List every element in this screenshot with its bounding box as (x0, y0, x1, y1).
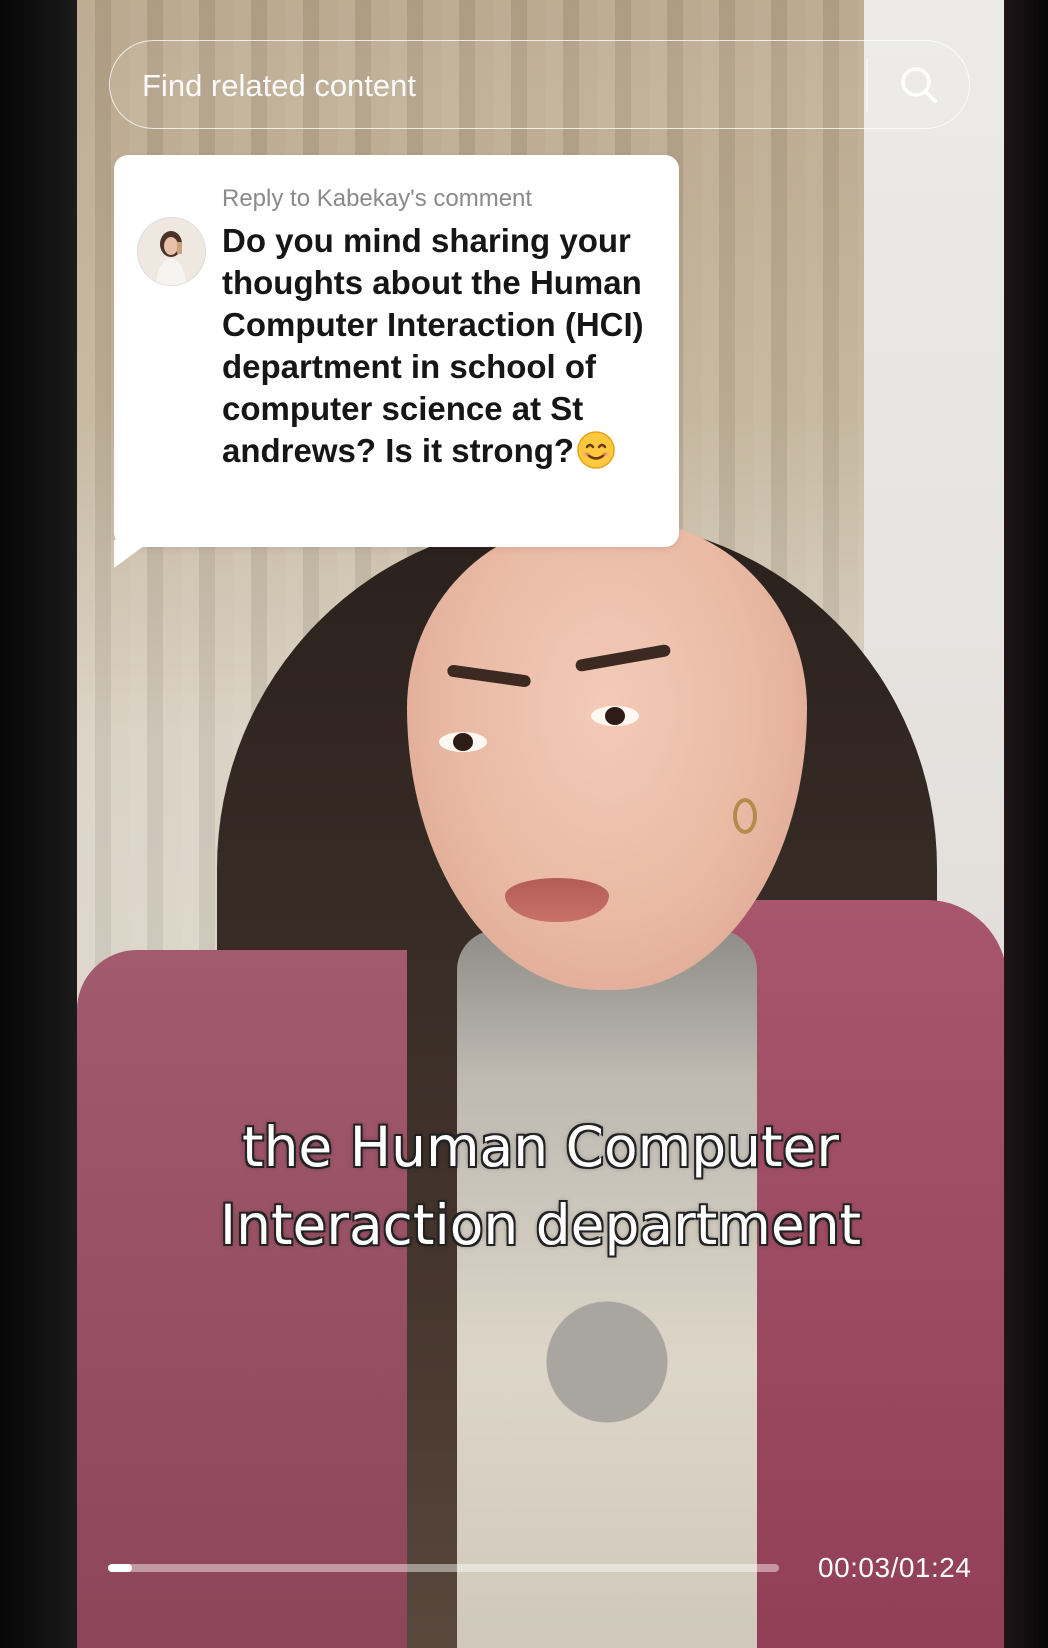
person-earring (733, 798, 757, 834)
search-divider (866, 58, 868, 112)
smiling-face-emoji-icon (577, 431, 615, 469)
right-letterbox (1004, 0, 1048, 1648)
caption-line-1: the Human Computer (242, 1115, 839, 1179)
reply-label: Reply to Kabekay's comment (222, 185, 533, 212)
person-right-eye (591, 706, 639, 726)
search-icon (901, 67, 937, 103)
playback-time: 00:03/01:24 (818, 1552, 972, 1583)
person-shawl-left (77, 950, 407, 1648)
progress-fill (108, 1564, 133, 1572)
caption-line-2: Interaction department (219, 1193, 862, 1257)
comment-text: Do you mind sharing your thoughts about … (222, 220, 662, 472)
person-left-eye (439, 732, 487, 752)
reply-comment-card-tail (114, 540, 152, 568)
person-sweater (457, 930, 757, 1648)
left-letterbox (0, 0, 77, 1648)
progress-bar[interactable] (108, 1564, 779, 1572)
video-caption: the Human Computer Interaction departmen… (77, 1108, 1004, 1264)
commenter-avatar (137, 217, 206, 286)
search-button[interactable] (883, 52, 955, 118)
search-input[interactable] (140, 64, 844, 108)
